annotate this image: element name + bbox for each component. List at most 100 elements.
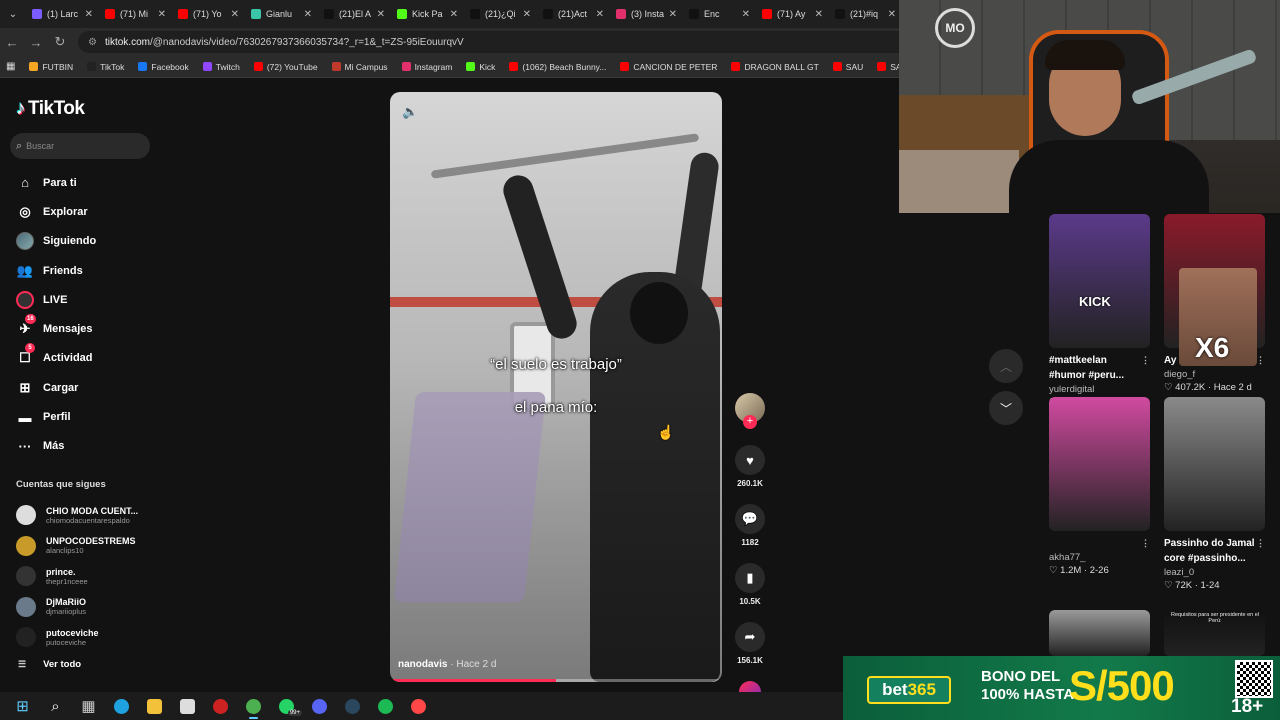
bookmark-item[interactable]: Kick (466, 62, 495, 72)
following-account[interactable]: putoceviche putoceviche (16, 622, 176, 653)
bookmark-item[interactable]: Twitch (202, 62, 240, 72)
sidebar-item-explorar[interactable]: ◎ Explorar (16, 197, 166, 226)
video-thumbnail[interactable] (1049, 610, 1150, 656)
video-author[interactable]: nanodavis (398, 659, 447, 670)
sidebar-item-live[interactable]: LIVE (16, 285, 166, 314)
following-account[interactable]: DjMaRiiO djmariioplus (16, 592, 176, 623)
tiktok-logo[interactable]: ♪ TikTok (16, 98, 85, 120)
share-icon[interactable]: ➦ (735, 622, 765, 652)
obs-icon[interactable] (204, 692, 237, 720)
tab-close-icon[interactable]: ✕ (231, 9, 239, 20)
tab-close-icon[interactable]: ✕ (669, 9, 677, 20)
video-author-line[interactable]: nanodavis · Hace 2 d (398, 659, 496, 670)
sidebar-item-perfil[interactable]: ▬ Perfil (16, 402, 166, 431)
browser-tab[interactable]: (21)#iq ✕ (829, 0, 902, 28)
edge-icon[interactable] (105, 692, 138, 720)
feed-card-author[interactable]: yulerdigital (1049, 384, 1150, 395)
ea-icon[interactable] (402, 692, 435, 720)
browser-tab[interactable]: Enc ✕ (683, 0, 756, 28)
feed-card-author[interactable]: leazi_0 (1164, 567, 1265, 578)
app-icon[interactable] (171, 692, 204, 720)
tab-close-icon[interactable]: ✕ (523, 9, 531, 20)
bookmark-item[interactable]: TikTok (87, 62, 124, 72)
bookmark-item[interactable]: CANCION DE PETER (620, 62, 717, 72)
feed-card-author[interactable]: diego_f (1164, 369, 1265, 380)
sidebar-item-mensajes[interactable]: ✈ 16 Mensajes (16, 314, 166, 343)
steam-icon[interactable] (336, 692, 369, 720)
like-action[interactable]: ♥ 260.1K (730, 445, 770, 488)
browser-tab[interactable]: Kick Pa ✕ (391, 0, 464, 28)
comment-action[interactable]: 💬 1182 (730, 504, 770, 547)
sidebar-item-friends[interactable]: 👥 Friends (16, 256, 166, 285)
browser-tab[interactable]: (21)¿Qi ✕ (464, 0, 537, 28)
tab-close-icon[interactable]: ✕ (450, 9, 458, 20)
search-box[interactable]: ⌕ (10, 133, 150, 159)
bookmark-item[interactable]: Facebook (138, 62, 189, 72)
browser-tab[interactable]: (3) Insta ✕ (610, 0, 683, 28)
bookmark-icon[interactable]: ▮ (735, 563, 765, 593)
browser-tab[interactable]: (21)El A ✕ (318, 0, 391, 28)
following-account[interactable]: prince. thepr1nceee (16, 561, 176, 592)
sidebar-item-siguiendo[interactable]: Siguiendo (16, 227, 166, 256)
bookmark-item[interactable]: SAU (832, 62, 863, 72)
tab-close-icon[interactable]: ✕ (815, 9, 823, 20)
search-icon[interactable]: ⌕ (39, 692, 72, 720)
browser-tab[interactable]: (21)Act ✕ (537, 0, 610, 28)
reload-button[interactable]: ↻ (48, 28, 72, 56)
video-thumbnail[interactable]: KICK (1049, 214, 1150, 348)
forward-button[interactable]: → (24, 28, 48, 56)
tab-close-icon[interactable]: ✕ (596, 9, 604, 20)
feed-card[interactable] (1049, 610, 1150, 656)
comment-icon[interactable]: 💬 (735, 504, 765, 534)
tab-close-icon[interactable]: ✕ (377, 9, 385, 20)
tab-close-icon[interactable]: ✕ (888, 9, 896, 20)
whatsapp-icon[interactable]: 99+ (270, 692, 303, 720)
bookmark-item[interactable]: Instagram (401, 62, 452, 72)
browser-tab[interactable]: (71) Ay ✕ (756, 0, 829, 28)
chrome-icon[interactable] (237, 692, 270, 720)
video-thumbnail[interactable] (1049, 397, 1150, 531)
following-account[interactable]: UNPOCODESTREMS alanclips10 (16, 531, 176, 562)
video-progress-bar[interactable] (390, 679, 722, 682)
next-video-button[interactable]: ﹀ (989, 391, 1023, 425)
bookmark-item[interactable]: Mi Campus (331, 62, 388, 72)
tab-close-icon[interactable]: ✕ (85, 9, 93, 20)
feed-card-author[interactable]: akha77_ (1049, 552, 1150, 563)
browser-tab[interactable]: (1) Larc ✕ (26, 0, 99, 28)
feed-card[interactable]: KICK #mattkeelan #humor #peru... ⋮ yulerdig… (1049, 214, 1150, 408)
video-thumbnail[interactable]: Requisitos para ser presidente en el Per… (1164, 610, 1265, 656)
more-options-icon[interactable]: ⋮ (1141, 536, 1150, 551)
more-options-icon[interactable]: ⋮ (1141, 353, 1150, 368)
site-info-icon[interactable]: ⚙ (88, 37, 97, 48)
bookmark-item[interactable]: (1062) Beach Bunny... (509, 62, 606, 72)
video-player[interactable]: 🔈 “el suelo es trabajo” el pana mío: nan… (390, 92, 722, 682)
see-all-button[interactable]: ☰ Ver todo (18, 659, 81, 670)
following-account[interactable]: CHIO MODA CUENT... chiomodacuentarespaldo (16, 500, 176, 531)
feed-card[interactable]: Passinho do Jamal core #passinho... ⋮ leaz… (1164, 397, 1265, 591)
file-explorer-icon[interactable] (138, 692, 171, 720)
sidebar-item-cargar[interactable]: ⊞ Cargar (16, 373, 166, 402)
share-action[interactable]: ➦ 156.1K (730, 622, 770, 665)
discord-icon[interactable] (303, 692, 336, 720)
tab-close-icon[interactable]: ✕ (742, 9, 750, 20)
heart-icon[interactable]: ♥ (735, 445, 765, 475)
windows-start-icon[interactable]: ⊞ (6, 692, 39, 720)
sidebar-item-actividad[interactable]: ☐ 5 Actividad (16, 343, 166, 373)
bookmark-item[interactable]: FUTBIN (29, 62, 73, 72)
browser-tab[interactable]: Gianlu ✕ (245, 0, 318, 28)
video-thumbnail[interactable] (1164, 397, 1265, 531)
follow-plus-icon[interactable]: + (743, 415, 757, 429)
search-input[interactable] (26, 141, 137, 151)
tab-close-icon[interactable]: ✕ (304, 9, 312, 20)
back-button[interactable]: ← (0, 28, 24, 56)
more-options-icon[interactable]: ⋮ (1256, 353, 1265, 368)
bookmark-item[interactable]: (72) YouTube (253, 62, 318, 72)
sidebar-item-m-s[interactable]: ··· Más (16, 432, 166, 461)
more-options-icon[interactable]: ⋮ (1256, 536, 1265, 551)
feed-card[interactable]: ⋮ akha77_ ♡ 1.2M · 2-26 (1049, 397, 1150, 576)
tab-search-button[interactable]: ⌄ (0, 0, 26, 28)
volume-icon[interactable]: 🔈 (402, 104, 418, 120)
apps-grid-icon[interactable]: ▦ (6, 61, 15, 72)
bookmark-item[interactable]: DRAGON BALL GT (731, 62, 819, 72)
tab-close-icon[interactable]: ✕ (158, 9, 166, 20)
